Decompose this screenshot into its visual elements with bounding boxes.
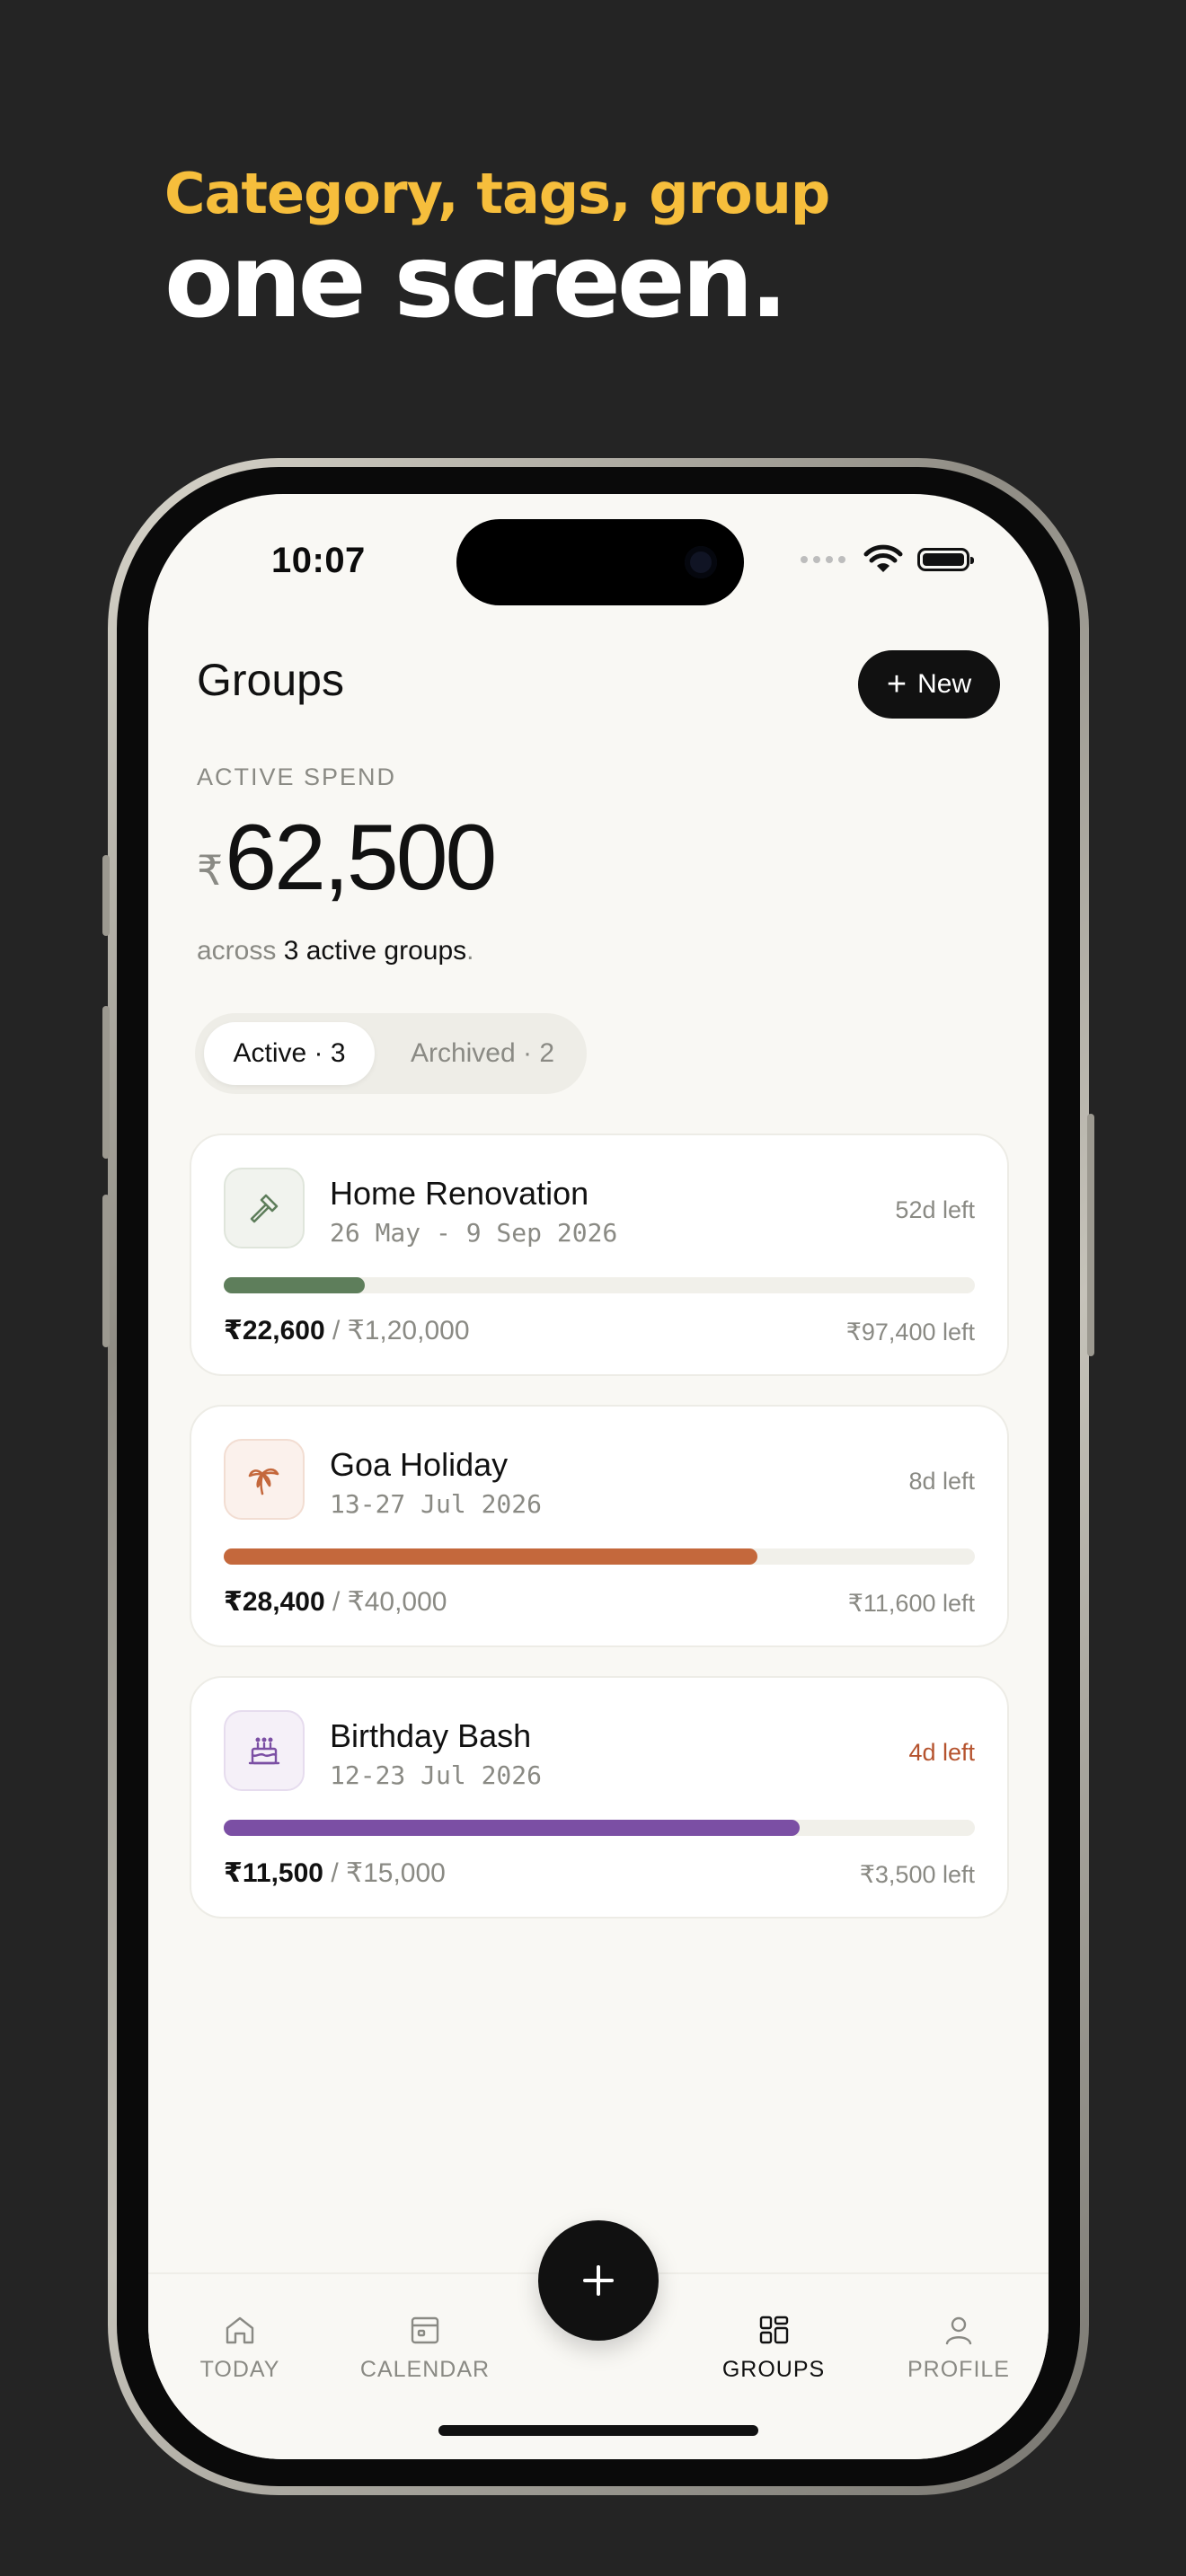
budget-progress-track — [224, 1820, 975, 1836]
volume-up-button — [102, 1006, 110, 1159]
spent-amount: ₹28,400 / ₹40,000 — [224, 1586, 447, 1618]
budget-progress-fill — [224, 1277, 366, 1293]
dynamic-island — [456, 519, 744, 605]
budget-progress-fill — [224, 1548, 757, 1565]
new-group-button[interactable]: + New — [858, 650, 1000, 719]
add-expense-fab[interactable] — [538, 2220, 659, 2341]
summary-suffix: . — [466, 936, 474, 966]
headline-line-2: one screen. — [164, 224, 788, 340]
hammer-icon — [224, 1168, 305, 1248]
spent-amount: ₹22,600 / ₹1,20,000 — [224, 1315, 470, 1346]
group-dates: 13-27 Jul 2026 — [330, 1489, 543, 1519]
nav-label: CALENDAR — [359, 2357, 491, 2382]
budget-value: / ₹1,20,000 — [324, 1316, 470, 1345]
camera-icon — [685, 546, 717, 578]
remaining-amount: ₹97,400 left — [845, 1319, 975, 1345]
volume-down-button — [102, 1195, 110, 1347]
nav-today[interactable]: TODAY — [168, 2312, 312, 2383]
new-button-label: New — [917, 669, 972, 699]
nav-label: PROFILE — [907, 2357, 1010, 2382]
plus-icon: + — [886, 666, 907, 703]
budget-value: / ₹15,000 — [323, 1858, 446, 1888]
remaining-amount: ₹3,500 left — [859, 1861, 975, 1888]
summary-prefix: across — [197, 936, 284, 966]
spent-value: ₹28,400 — [224, 1587, 325, 1617]
time-left: 4d left — [908, 1739, 975, 1766]
user-icon — [945, 2316, 972, 2345]
tab-archived[interactable]: Archived · 2 — [393, 1022, 572, 1085]
time-left: 8d left — [908, 1468, 975, 1495]
power-button — [1087, 1114, 1094, 1356]
nav-profile[interactable]: PROFILE — [887, 2312, 1031, 2383]
phone-frame: 10:07 Groups + New ACTIVE SPEND ₹ 62,500… — [102, 458, 1094, 2495]
group-dates: 26 May - 9 Sep 2026 — [330, 1218, 618, 1248]
spent-value: ₹22,600 — [224, 1316, 325, 1345]
nav-calendar[interactable]: CALENDAR — [353, 2312, 497, 2383]
tab-active[interactable]: Active · 3 — [204, 1022, 375, 1085]
battery-icon — [917, 548, 974, 571]
active-spend-amount: ₹ 62,500 — [197, 806, 497, 910]
budget-value: / ₹40,000 — [324, 1587, 447, 1617]
time-left: 52d left — [895, 1196, 975, 1223]
active-groups-summary: across 3 active groups. — [197, 936, 474, 966]
calendar-icon — [411, 2316, 439, 2344]
summary-count: 3 active groups — [283, 936, 467, 966]
group-card-birthday-bash[interactable]: Birthday Bash 12-23 Jul 2026 4d left ₹11… — [190, 1676, 1009, 1919]
nav-label: GROUPS — [721, 2357, 826, 2382]
plus-icon — [583, 2265, 614, 2296]
group-card-goa-holiday[interactable]: Goa Holiday 13-27 Jul 2026 8d left ₹28,4… — [190, 1405, 1009, 1647]
status-icons — [801, 544, 974, 575]
headline-line-1: Category, tags, group — [164, 161, 830, 226]
cake-icon — [224, 1710, 305, 1791]
currency-symbol: ₹ — [197, 847, 224, 894]
remaining-amount: ₹11,600 left — [847, 1590, 975, 1617]
group-filter-segmented-control: Active · 3 Archived · 2 — [195, 1013, 587, 1094]
active-spend-label: ACTIVE SPEND — [197, 763, 397, 790]
nav-label: TODAY — [199, 2357, 280, 2382]
headline: Category, tags, group one screen. — [164, 160, 830, 340]
status-time: 10:07 — [271, 541, 366, 580]
wifi-icon — [863, 544, 903, 572]
nav-groups[interactable]: GROUPS — [702, 2312, 845, 2383]
palm-tree-icon — [224, 1439, 305, 1520]
signal-dots-icon — [801, 556, 845, 563]
group-name: Home Renovation — [330, 1175, 589, 1212]
group-name: Birthday Bash — [330, 1717, 532, 1754]
budget-progress-track — [224, 1277, 975, 1293]
spent-value: ₹11,500 — [224, 1858, 323, 1888]
group-name: Goa Holiday — [330, 1446, 509, 1483]
page-title: Groups — [197, 655, 344, 705]
spent-amount: ₹11,500 / ₹15,000 — [224, 1857, 446, 1889]
budget-progress-track — [224, 1548, 975, 1565]
action-button — [102, 855, 110, 936]
budget-progress-fill — [224, 1820, 801, 1836]
group-card-home-renovation[interactable]: Home Renovation 26 May - 9 Sep 2026 52d … — [190, 1134, 1009, 1376]
home-indicator — [438, 2425, 758, 2436]
group-dates: 12-23 Jul 2026 — [330, 1760, 543, 1790]
app-screen: 10:07 Groups + New ACTIVE SPEND ₹ 62,500… — [148, 494, 1049, 2459]
groups-grid-icon — [759, 2316, 789, 2344]
home-icon — [226, 2316, 254, 2344]
spend-value: 62,500 — [225, 806, 497, 910]
